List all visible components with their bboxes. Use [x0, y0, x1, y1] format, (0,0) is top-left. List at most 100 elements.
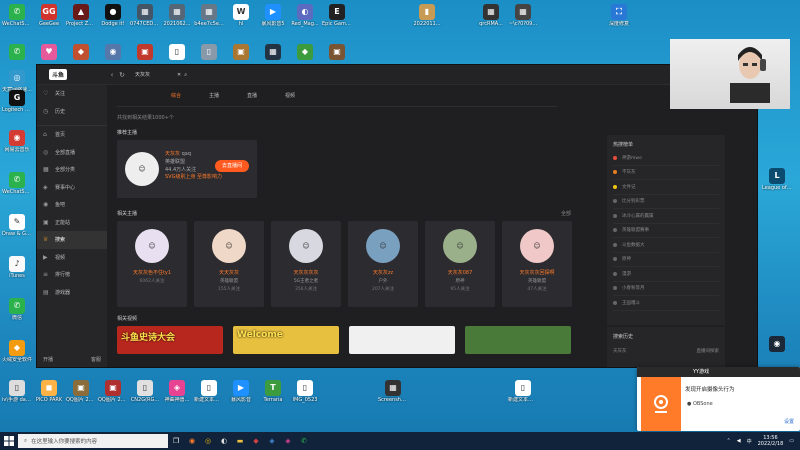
desktop-icon[interactable]: ▲Project Zomboid [66, 4, 96, 27]
desktop-icon[interactable]: ◈ 神曲神兽... [162, 380, 192, 403]
clear-icon[interactable]: ✕ [177, 72, 181, 78]
desktop-icon[interactable]: ▦ Screensho... [378, 380, 408, 403]
desktop-icon[interactable]: T Terraria [258, 380, 288, 403]
refresh-icon[interactable]: ↻ [117, 71, 127, 79]
desktop-icon[interactable]: ▯新建文本文档 (18) [508, 380, 538, 403]
chrome-taskbar-icon[interactable]: ◎ [200, 434, 216, 448]
hot-search-item[interactable]: 漫游 [613, 267, 719, 282]
related-anchor-card[interactable]: ☺ 天灰灰灰灰 5G王者之者 356人关注 [271, 221, 341, 307]
camera-notification[interactable]: YY游戏 发现开启摄像头行为 ● OBSone 设置 [637, 367, 800, 431]
sidebar-item-search[interactable]: ♕ 搜索 [37, 231, 107, 249]
hot-search-item[interactable]: 文件记 [613, 180, 719, 195]
sidebar-item-history[interactable]: ◷ 历史 [37, 103, 107, 121]
desktop-icon[interactable]: ▣QQ图片 20210818... [98, 380, 128, 403]
desktop-icon[interactable]: ◉ 网易云音乐 [2, 130, 32, 153]
toast-settings-link[interactable]: 设置 [784, 418, 794, 425]
sidebar-item-all-live[interactable]: ◎ 全部直播 [37, 144, 107, 162]
desktop-icon[interactable]: ▦ 2021062... [162, 4, 192, 27]
video-thumbnail[interactable] [349, 326, 455, 354]
desktop-icon[interactable]: ♥ [34, 44, 64, 61]
desktop-icon[interactable]: ▦ [258, 44, 288, 61]
desktop-icon[interactable]: ▦ 0747CEDB... [130, 4, 160, 27]
desktop-icon[interactable]: ▯iv\手游 dadadi [2, 380, 32, 403]
desktop-icon[interactable]: ◆ [290, 44, 320, 61]
desktop-icon[interactable]: ✆ 微信 [2, 298, 32, 321]
start-button[interactable] [0, 436, 18, 446]
video-thumbnail[interactable]: Welcome [233, 326, 339, 354]
desktop-icon[interactable]: ♪ iTunes [2, 256, 32, 279]
desktop-icon[interactable]: ⛶ 深度修复 [604, 4, 634, 27]
app-taskbar-icon[interactable]: ◈ [264, 434, 280, 448]
desktop-icon[interactable]: Whl [226, 4, 256, 27]
hot-search-item[interactable]: 冰冷心属的赢属 [613, 209, 719, 224]
desktop-icon[interactable]: EEpic Games Launcher [322, 4, 352, 27]
related-anchor-card[interactable]: ☺ 天天灰灰 英雄联盟 155人关注 [194, 221, 264, 307]
hot-search-item[interactable]: 比分别彩票 [613, 195, 719, 209]
hot-search-item[interactable]: 斗鱼数据大 [613, 238, 719, 253]
hot-search-item[interactable]: 原神 [613, 253, 719, 267]
desktop-icon[interactable]: ▦ ~\c?0?09... [508, 4, 538, 27]
sidebar-footer-item[interactable]: 客服 [91, 356, 101, 363]
hot-search-item[interactable]: 不灰灰 [613, 166, 719, 180]
desktop-icon[interactable]: ◐ Red_Mag... [290, 4, 320, 27]
desktop-icon[interactable]: ▯新建文本文档 (13) [194, 380, 224, 403]
desktop-icon[interactable]: GG GeeGee [34, 4, 64, 27]
ime-indicator[interactable]: 中 [747, 438, 752, 445]
tab-0[interactable]: 综合 [157, 92, 195, 99]
desktop-icon[interactable]: ▯ [162, 44, 192, 61]
sidebar-footer-item[interactable]: 开播 [43, 356, 53, 363]
desktop-icon[interactable]: ▶ 暴风影音 [226, 380, 256, 403]
sidebar-item-ranking[interactable]: ≡ 排行榜 [37, 266, 107, 284]
desktop-icon[interactable]: ▣ [226, 44, 256, 61]
search-icon[interactable]: ⌕ [184, 72, 187, 78]
related-more-link[interactable]: 全部 [561, 210, 571, 217]
sidebar-item-follow[interactable]: ♡ 关注 [37, 85, 107, 103]
sidebar-item-all-categories[interactable]: ▦ 全部分类 [37, 161, 107, 179]
app-taskbar-icon[interactable]: ◆ [248, 434, 264, 448]
hot-search-item[interactable]: 小春秋等月 [613, 282, 719, 296]
desktop-icon[interactable]: ▦ qrcRMA... [476, 4, 506, 27]
sidebar-item-games[interactable]: ▤ 游戏器 [37, 284, 107, 302]
desktop-icon[interactable]: ◼ PICO PARK [34, 380, 64, 403]
desktop-icon[interactable]: ✆ WeChatSe... [2, 172, 32, 195]
desktop-icon[interactable]: ◉ [98, 44, 128, 61]
desktop-icon[interactable]: ▯ [194, 44, 224, 61]
app-logo[interactable]: 斗鱼 [37, 69, 107, 80]
tab-2[interactable]: 直播 [233, 92, 271, 99]
desktop-icon[interactable]: ▣QQ图片 20210810... [66, 380, 96, 403]
hot-search-item[interactable]: 王国嘎斗 [613, 296, 719, 311]
related-anchor-card[interactable]: ☺ 天灰灰灰回探啊 英雄联盟 47人关注 [502, 221, 572, 307]
sidebar-item-home[interactable]: ⌂ 首页 [37, 126, 107, 144]
tab-3[interactable]: 视频 [271, 92, 309, 99]
sidebar-item-video[interactable]: ▶ 视频 [37, 249, 107, 267]
desktop-icon[interactable]: ▣ [130, 44, 160, 61]
douyu-taskbar-icon[interactable]: ◉ [184, 434, 200, 448]
history-item[interactable]: 直播间探索 [697, 348, 720, 354]
desktop-icon[interactable]: ✆ WeChatSe... [2, 4, 32, 27]
folder-taskbar-icon[interactable]: ▬ [232, 434, 248, 448]
sidebar-item-fishbar[interactable]: ◉ 鱼吧 [37, 196, 107, 214]
video-thumbnail[interactable]: 斗鱼史诗大会 [117, 326, 223, 354]
hot-search-item[interactable]: 神游mwo [613, 151, 719, 166]
desktop-icon[interactable]: ▦ b4ee7c5e... [194, 4, 224, 27]
related-anchor-card[interactable]: ☺ 天灰灰色不住ty1 6062人关注 [117, 221, 187, 307]
desktop-icon[interactable]: ▮ 2022011... [412, 4, 442, 27]
tab-1[interactable]: 主播 [195, 92, 233, 99]
desktop-icon[interactable]: ✎Draw & Guess [2, 214, 32, 237]
anchor-avatar[interactable]: ☺ [125, 152, 159, 186]
desktop-icon[interactable]: ▯ IMG_0523 [290, 380, 320, 403]
video-thumbnail[interactable] [465, 326, 571, 354]
notification-icon[interactable]: ▭ [789, 438, 794, 444]
clock[interactable]: 13:56 2022/2/18 [758, 435, 784, 447]
volume-icon[interactable]: ◀ [737, 438, 741, 444]
back-arrow-icon[interactable]: ‹ [107, 71, 117, 79]
taskbar-search[interactable]: ⌕ 在这里输入你要搜索的内容 [18, 434, 168, 448]
desktop-icon[interactable]: ▣ [322, 44, 352, 61]
desktop-icon[interactable]: ✆ [2, 44, 32, 61]
desktop-icon[interactable]: LLeague of Legends [762, 168, 792, 191]
sidebar-item-events[interactable]: ◈ 赛事中心 [37, 179, 107, 197]
desktop-icon[interactable]: ▶ 暴风影音5 [258, 4, 288, 27]
app-taskbar-icon[interactable]: ✆ [296, 434, 312, 448]
task-view-icon[interactable]: ❐ [168, 434, 184, 448]
go-live-room-button[interactable]: 去直播间 [215, 160, 249, 172]
